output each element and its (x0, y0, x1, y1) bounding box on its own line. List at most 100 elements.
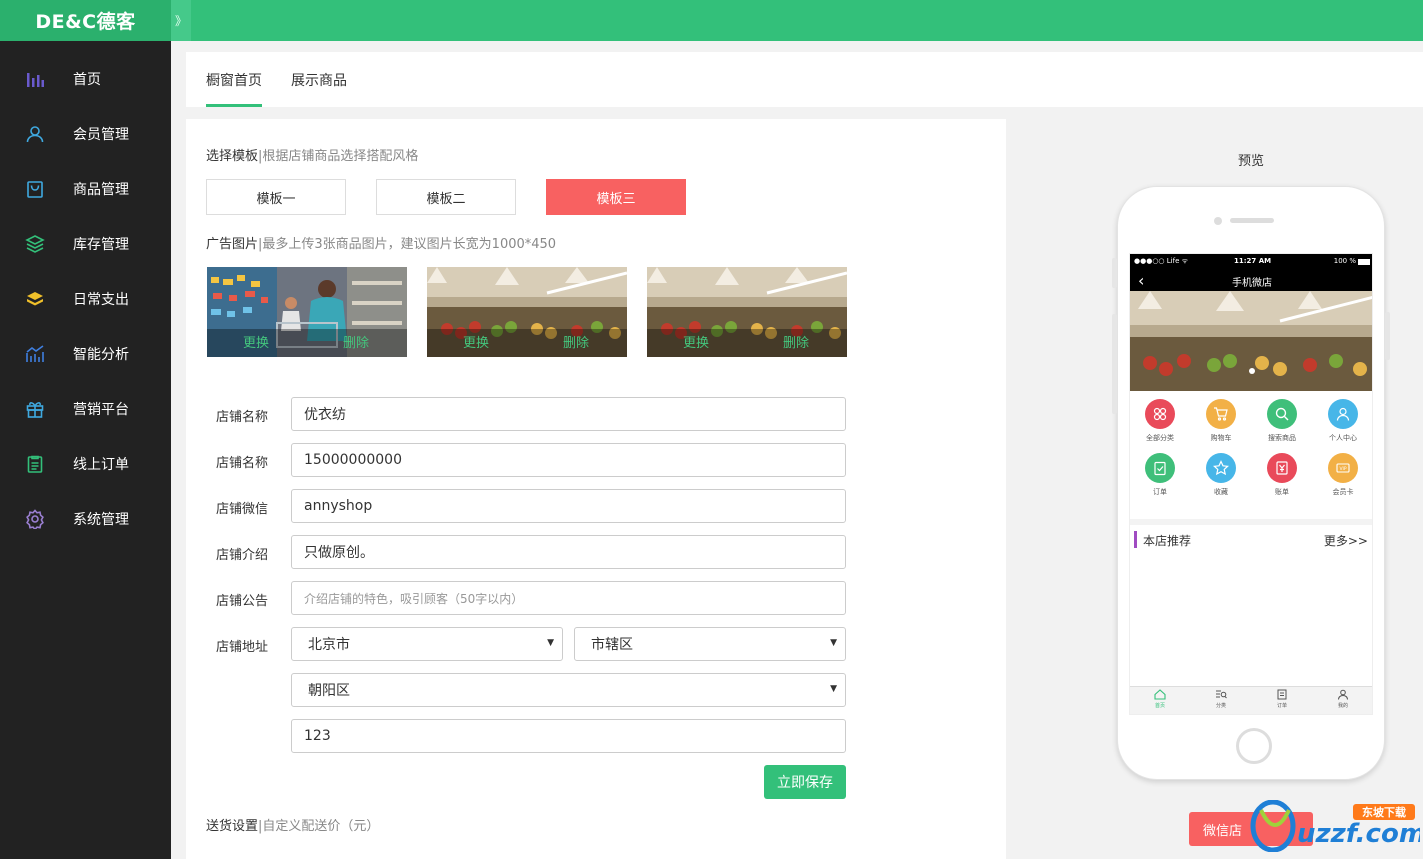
settings-panel: 选择模板|根据店铺商品选择搭配风格 模板一 模板二 模板三 广告图片|最多上传3… (186, 119, 1006, 859)
menu-all-categories[interactable]: 全部分类 (1135, 399, 1185, 449)
menu-profile[interactable]: 个人中心 (1318, 399, 1368, 449)
province-select[interactable]: 北京市 ▼ (291, 627, 563, 661)
delete-image-link[interactable]: 删除 (563, 332, 589, 351)
city-select[interactable]: 市辖区 ▼ (574, 627, 846, 661)
recommend-section: 本店推荐 更多>> (1130, 519, 1372, 689)
star-icon (1206, 453, 1236, 483)
recommend-title: 本店推荐 (1143, 534, 1192, 548)
menu-favorites[interactable]: 收藏 (1196, 453, 1246, 503)
order-icon (1277, 689, 1287, 700)
mobile-tab-home[interactable]: 首页 (1140, 689, 1180, 709)
shop-notice-label: 店铺公告 (216, 594, 269, 609)
menu-orders[interactable]: 订单 (1135, 453, 1185, 503)
recommend-more-link[interactable]: 更多>> (1324, 532, 1368, 549)
mobile-tab-bar: 首页 分类 订单 我的 (1130, 686, 1372, 714)
shop-intro-label: 店铺介绍 (216, 548, 269, 563)
mobile-tab-category[interactable]: 分类 (1201, 689, 1241, 709)
mobile-tab-mine[interactable]: 我的 (1323, 689, 1363, 709)
menu-member-card[interactable]: VIP 会员卡 (1318, 453, 1368, 503)
sidebar-item-label: 营销平台 (73, 401, 129, 418)
layers-icon (24, 233, 46, 255)
delivery-section-title: 送货设置|自定义配送价（元） (206, 819, 380, 834)
app-logo[interactable]: DE&C德客 (0, 0, 171, 41)
uzzf-watermark-logo: 东坡下载 uzzf.com (1245, 799, 1423, 853)
sidebar-item-label: 智能分析 (73, 346, 129, 363)
replace-image-link[interactable]: 更换 (243, 332, 269, 351)
shop-notice-input[interactable]: 介绍店铺的特色，吸引顾客（50字以内） (291, 581, 846, 615)
clipboard-check-icon (1145, 453, 1175, 483)
mobile-tab-orders[interactable]: 订单 (1262, 689, 1302, 709)
sidebar-item-system[interactable]: 系统管理 (0, 491, 171, 546)
bag-icon (24, 178, 46, 200)
watermark-brand-text: uzzf.com (1297, 819, 1420, 849)
cart-icon (1206, 399, 1236, 429)
home-icon (1154, 689, 1166, 700)
tab-bar: 橱窗首页 展示商品 (186, 52, 1423, 107)
stack-icon (24, 288, 46, 310)
preview-label: 预览 (1238, 154, 1265, 169)
save-button[interactable]: 立即保存 (764, 765, 846, 799)
shop-wechat-label: 店铺微信 (216, 502, 269, 517)
svg-text:VIP: VIP (1339, 466, 1346, 472)
sidebar-item-label: 日常支出 (73, 291, 129, 308)
ad-image-3: 更换 删除 (647, 267, 847, 357)
bar-chart-icon (24, 68, 46, 90)
sidebar-collapse-button[interactable]: 》 (171, 0, 191, 41)
trend-chart-icon (24, 343, 46, 365)
user-icon (24, 123, 46, 145)
sidebar-item-analytics[interactable]: 智能分析 (0, 326, 171, 381)
mobile-banner (1130, 291, 1372, 391)
menu-search[interactable]: 搜索商品 (1257, 399, 1307, 449)
delete-image-link[interactable]: 删除 (783, 332, 809, 351)
phone-screen: ●●●○○ Life ᯤ 11:27 AM 100 % ‹ 手机微店 全部分类 (1129, 253, 1373, 715)
sidebar-item-members[interactable]: 会员管理 (0, 106, 171, 161)
sidebar-item-online-orders[interactable]: 线上订单 (0, 436, 171, 491)
sidebar-item-label: 系统管理 (73, 511, 129, 528)
chevron-down-icon: ▼ (830, 684, 837, 694)
chevron-down-icon: ▼ (830, 638, 837, 648)
template-section-title: 选择模板|根据店铺商品选择搭配风格 (206, 149, 419, 164)
sidebar-item-marketing[interactable]: 营销平台 (0, 381, 171, 436)
shop-phone-input[interactable]: 15000000000 (291, 443, 846, 477)
category-search-icon (1216, 690, 1227, 699)
shop-address-label: 店铺地址 (216, 640, 269, 655)
shop-phone-label: 店铺名称 (216, 456, 269, 471)
tab-display-products[interactable]: 展示商品 (291, 52, 347, 107)
sidebar-item-label: 商品管理 (73, 181, 129, 198)
sidebar-item-label: 库存管理 (73, 236, 129, 253)
gift-icon (24, 398, 46, 420)
grid-icon (1145, 399, 1175, 429)
ad-image-2: 更换 删除 (427, 267, 627, 357)
sidebar-item-home[interactable]: 首页 (0, 51, 171, 106)
replace-image-link[interactable]: 更换 (683, 332, 709, 351)
replace-image-link[interactable]: 更换 (463, 332, 489, 351)
yen-bill-icon (1267, 453, 1297, 483)
clipboard-icon (24, 453, 46, 475)
shop-intro-input[interactable]: 只做原创。 (291, 535, 846, 569)
menu-bills[interactable]: 账单 (1257, 453, 1307, 503)
sidebar-item-label: 会员管理 (73, 126, 129, 143)
template-three-button[interactable]: 模板三 (546, 179, 686, 215)
delete-image-link[interactable]: 删除 (343, 332, 369, 351)
shop-wechat-input[interactable]: annyshop (291, 489, 846, 523)
phone-home-button (1236, 728, 1272, 764)
back-icon[interactable]: ‹ (1138, 271, 1144, 291)
ad-image-1: 更换 删除 (207, 267, 407, 357)
sidebar-item-expenses[interactable]: 日常支出 (0, 271, 171, 326)
vip-card-icon: VIP (1328, 453, 1358, 483)
sidebar-item-label: 首页 (73, 71, 101, 88)
template-one-button[interactable]: 模板一 (206, 179, 346, 215)
shop-name-input[interactable]: 优衣纺 (291, 397, 846, 431)
status-bar: ●●●○○ Life ᯤ 11:27 AM 100 % (1130, 254, 1372, 271)
address-detail-input[interactable]: 123 (291, 719, 846, 753)
menu-cart[interactable]: 购物车 (1196, 399, 1246, 449)
template-two-button[interactable]: 模板二 (376, 179, 516, 215)
gear-icon (24, 508, 46, 530)
ad-section-title: 广告图片|最多上传3张商品图片，建议图片长宽为1000*450 (206, 237, 557, 252)
district-select[interactable]: 朝阳区 ▼ (291, 673, 846, 707)
top-bar (0, 0, 1423, 41)
tab-window-home[interactable]: 橱窗首页 (206, 52, 262, 107)
sidebar-item-products[interactable]: 商品管理 (0, 161, 171, 216)
search-icon (1267, 399, 1297, 429)
sidebar-item-inventory[interactable]: 库存管理 (0, 216, 171, 271)
